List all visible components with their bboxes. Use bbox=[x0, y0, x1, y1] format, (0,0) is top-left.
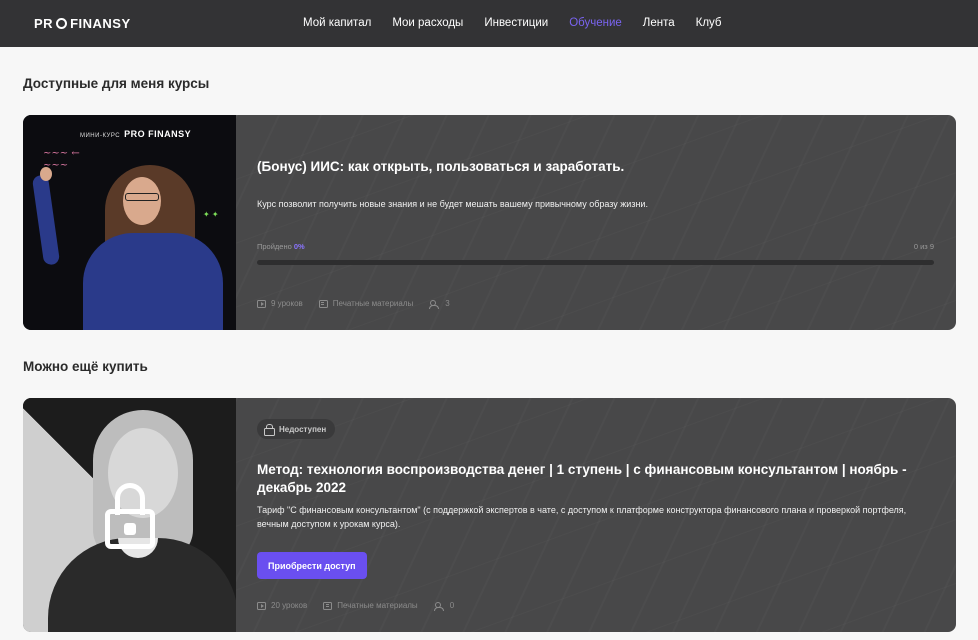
course-card-method[interactable]: Недоступен Метод: технология воспроизвод… bbox=[23, 398, 956, 632]
progress-label: Пройдено 0% bbox=[257, 242, 305, 251]
progress-percent: 0% bbox=[293, 242, 305, 251]
nav-item-investments[interactable]: Инвестиции bbox=[484, 17, 548, 29]
buy-more-heading: Можно ещё купить bbox=[23, 359, 148, 374]
course-meta: 9 уроков Печатные материалы 3 bbox=[257, 299, 450, 309]
materials-label: Печатные материалы bbox=[337, 601, 418, 610]
materials-icon bbox=[318, 299, 328, 308]
lessons-count: 20 уроков bbox=[271, 601, 308, 610]
lock-small-icon bbox=[264, 424, 275, 436]
thumbnail-brand: МИНИ-КУРС PRO FINANSY bbox=[80, 129, 192, 139]
progress-info: Пройдено 0% 0 из 9 bbox=[257, 242, 934, 251]
lessons-count: 9 уроков bbox=[271, 299, 303, 308]
lessons-icon bbox=[257, 299, 266, 308]
course-thumbnail: МИНИ-КУРС PRO FINANSY ~~~ ← ~~~ ✦ ✦ bbox=[23, 115, 236, 330]
course-thumbnail-locked bbox=[23, 398, 236, 632]
main-nav: Мой капитал Мои расходы Инвестиции Обуче… bbox=[303, 17, 722, 29]
course-description: Курс позволит получить новые знания и не… bbox=[257, 199, 648, 209]
nav-item-capital[interactable]: Мой капитал bbox=[303, 17, 371, 29]
course-description: Тариф "С финансовым консультантом" (с по… bbox=[257, 505, 907, 529]
lessons-icon bbox=[257, 601, 266, 610]
buy-access-button[interactable]: Приобрести доступ bbox=[257, 552, 367, 579]
nav-item-feed[interactable]: Лента bbox=[643, 17, 675, 29]
badge-label: Недоступен bbox=[279, 424, 327, 434]
thumbnail-scribble: ~~~ ← ~~~ bbox=[43, 148, 80, 171]
logo-text-right: FINANSY bbox=[70, 16, 131, 31]
top-navigation-bar: PR FINANSY Мой капитал Мои расходы Инвес… bbox=[0, 0, 978, 47]
nav-item-learning[interactable]: Обучение bbox=[569, 17, 622, 29]
logo-sun-icon bbox=[56, 18, 68, 29]
students-count: 3 bbox=[445, 299, 450, 308]
lock-icon bbox=[105, 483, 155, 553]
course-meta: 20 уроков Печатные материалы 0 bbox=[257, 601, 455, 611]
logo[interactable]: PR FINANSY bbox=[34, 16, 131, 31]
progress-count: 0 из 9 bbox=[913, 242, 934, 251]
materials-icon bbox=[323, 601, 333, 610]
course-title[interactable]: (Бонус) ИИС: как открыть, пользоваться и… bbox=[257, 158, 934, 176]
students-icon bbox=[429, 299, 440, 309]
materials-label: Печатные материалы bbox=[332, 299, 414, 308]
progress-bar bbox=[257, 260, 934, 265]
nav-item-club[interactable]: Клуб bbox=[696, 17, 722, 29]
nav-item-expenses[interactable]: Мои расходы bbox=[392, 17, 463, 29]
available-courses-heading: Доступные для меня курсы bbox=[23, 76, 210, 91]
logo-text-left: PR bbox=[34, 16, 54, 31]
unavailable-badge: Недоступен bbox=[257, 419, 336, 439]
course-title[interactable]: Метод: технология воспроизводства денег … bbox=[257, 461, 934, 497]
students-icon bbox=[433, 601, 445, 611]
students-count: 0 bbox=[449, 601, 455, 610]
course-card-iis[interactable]: МИНИ-КУРС PRO FINANSY ~~~ ← ~~~ ✦ ✦ (Бонус… bbox=[23, 115, 956, 330]
